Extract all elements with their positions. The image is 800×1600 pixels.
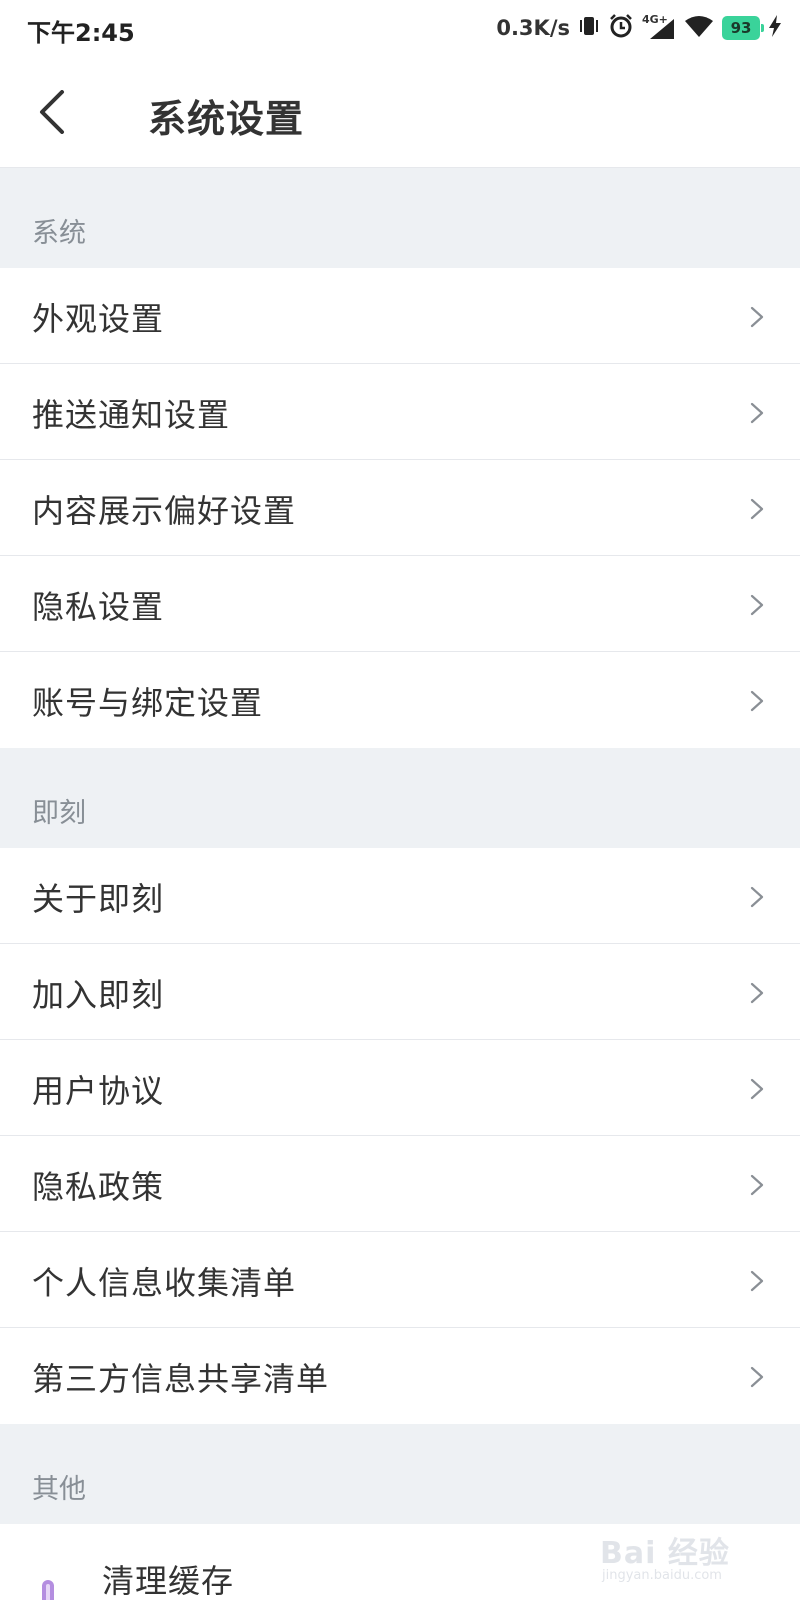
settings-item-label: 用户协议 — [32, 1072, 165, 1110]
settings-item-personal-info-list[interactable]: 个人信息收集清单 — [0, 1232, 800, 1328]
status-icons: 0.3K/s 4G+ 93 — [496, 12, 782, 44]
section-label: 系统 — [32, 218, 86, 249]
settings-item-label: 外观设置 — [32, 300, 165, 338]
chevron-right-icon — [750, 498, 764, 520]
settings-item-label: 第三方信息共享清单 — [32, 1360, 330, 1398]
settings-item-join[interactable]: 加入即刻 — [0, 944, 800, 1040]
section-label: 即刻 — [32, 798, 86, 829]
status-time: 下午2:45 — [27, 19, 135, 47]
charging-icon — [768, 15, 782, 41]
settings-item-label: 清理缓存 — [102, 1562, 235, 1600]
chevron-right-icon — [750, 1366, 764, 1388]
settings-item-content-preferences[interactable]: 内容展示偏好设置 — [0, 460, 800, 556]
settings-item-privacy-policy[interactable]: 隐私政策 — [0, 1136, 800, 1232]
section-label: 其他 — [32, 1474, 86, 1505]
chevron-right-icon — [750, 1270, 764, 1292]
settings-item-label: 加入即刻 — [32, 976, 165, 1014]
settings-item-account-binding[interactable]: 账号与绑定设置 — [0, 652, 800, 748]
settings-item-about[interactable]: 关于即刻 — [0, 848, 800, 944]
settings-item-label: 隐私政策 — [32, 1168, 165, 1206]
vibrate-icon — [578, 14, 600, 42]
settings-item-appearance[interactable]: 外观设置 — [0, 268, 800, 364]
settings-item-label: 推送通知设置 — [32, 396, 231, 434]
back-button[interactable] — [22, 82, 82, 142]
wifi-icon — [684, 14, 714, 42]
chevron-right-icon — [750, 886, 764, 908]
settings-item-label: 隐私设置 — [32, 588, 165, 626]
battery-icon: 93 — [722, 16, 764, 40]
section-header-other: 其他 — [0, 1424, 800, 1524]
chevron-right-icon — [750, 982, 764, 1004]
watermark: Bai 经验 jingyan.baidu.com — [600, 1516, 750, 1588]
section-header-system: 系统 — [0, 168, 800, 268]
settings-item-push-notifications[interactable]: 推送通知设置 — [0, 364, 800, 460]
settings-item-privacy[interactable]: 隐私设置 — [0, 556, 800, 652]
alarm-icon — [608, 13, 634, 43]
watermark-url: jingyan.baidu.com — [602, 1568, 722, 1583]
top-app-bar: 系统设置 — [0, 58, 800, 168]
watermark-logo: Bai 经验 — [600, 1536, 730, 1571]
chevron-right-icon — [750, 1078, 764, 1100]
chevron-right-icon — [750, 594, 764, 616]
settings-item-label: 账号与绑定设置 — [32, 684, 264, 722]
settings-item-label: 个人信息收集清单 — [32, 1264, 297, 1302]
chevron-right-icon — [750, 402, 764, 424]
settings-item-label: 内容展示偏好设置 — [32, 492, 297, 530]
chevron-right-icon — [750, 1174, 764, 1196]
section-header-jike: 即刻 — [0, 748, 800, 848]
clear-cache-icon — [42, 1580, 54, 1600]
chevron-right-icon — [750, 306, 764, 328]
net-speed: 0.3K/s — [496, 16, 570, 40]
chevron-left-icon — [40, 90, 64, 134]
cellular-signal-icon: 4G+ — [642, 13, 676, 41]
settings-item-third-party-sharing[interactable]: 第三方信息共享清单 — [0, 1328, 800, 1424]
chevron-right-icon — [750, 690, 764, 712]
settings-item-label: 关于即刻 — [32, 880, 165, 918]
status-bar: 下午2:45 0.3K/s 4G+ 93 — [0, 0, 800, 58]
page-title: 系统设置 — [148, 97, 305, 141]
settings-item-user-agreement[interactable]: 用户协议 — [0, 1040, 800, 1136]
